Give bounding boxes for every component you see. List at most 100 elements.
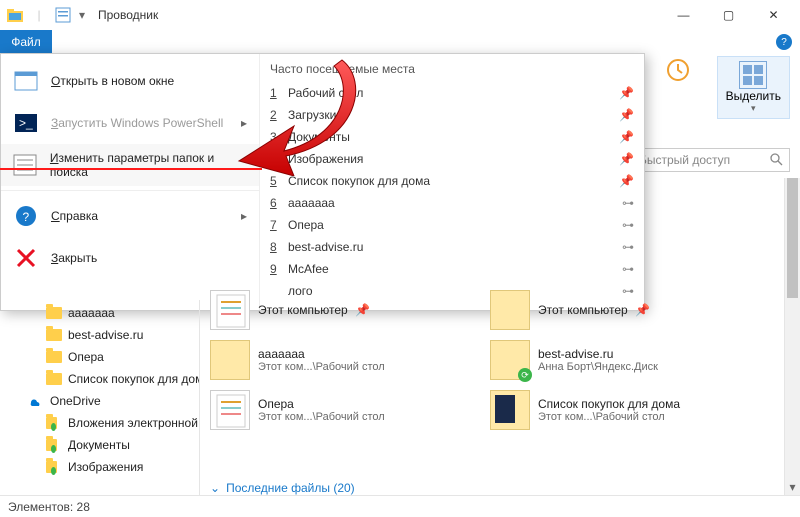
- mru-item[interactable]: 3 Документы 📌: [270, 126, 634, 148]
- file-name: Этот компьютер 📌: [258, 303, 370, 317]
- mru-item[interactable]: 4 Изображения 📌: [270, 148, 634, 170]
- recent-files-header[interactable]: ⌄Последние файлы (20): [210, 480, 355, 495]
- qat-dropdown-icon[interactable]: ▾: [76, 4, 88, 26]
- menu-item-label: Изменить параметры папок и поиска: [50, 151, 247, 179]
- mru-item[interactable]: 1 Рабочий стол 📌: [270, 82, 634, 104]
- pin-icon[interactable]: 📌: [619, 152, 634, 166]
- content-area: Этот компьютер 📌 Этот компьютер 📌 aaaaaa…: [210, 290, 792, 495]
- tree-item-label: best-advise.ru: [68, 328, 143, 342]
- folder-icon: [46, 437, 62, 453]
- ribbon-select-button[interactable]: Выделить ▾: [717, 56, 790, 119]
- tree-item-label: aaaaaaa: [68, 306, 115, 320]
- tree-item[interactable]: aaaaaaa: [0, 302, 199, 324]
- file-thumbnail: [210, 390, 250, 430]
- close-x-icon: [13, 245, 39, 271]
- file-item[interactable]: ⟳ best-advise.ru Анна Борт\Яндекс.Диск: [490, 340, 730, 380]
- minimize-button[interactable]: ―: [661, 1, 706, 29]
- window-icon: [13, 68, 39, 94]
- file-name: Этот компьютер 📌: [538, 303, 650, 317]
- mru-item[interactable]: 8 best-advise.ru ⊶: [270, 236, 634, 258]
- tree-item-label: OneDrive: [50, 394, 101, 408]
- qat-properties-icon[interactable]: [52, 4, 74, 26]
- mru-label: best-advise.ru: [288, 240, 363, 254]
- maximize-button[interactable]: ▢: [706, 1, 751, 29]
- mru-item[interactable]: 2 Загрузки 📌: [270, 104, 634, 126]
- mru-number: 6: [270, 196, 284, 210]
- chevron-down-icon: ⌄: [210, 481, 220, 495]
- mru-number: 4: [270, 152, 284, 166]
- folder-icon: [46, 371, 62, 387]
- pin-icon[interactable]: ⊶: [622, 240, 634, 254]
- mru-label: Список покупок для дома: [288, 174, 430, 188]
- pin-icon[interactable]: ⊶: [622, 262, 634, 276]
- help-icon[interactable]: ?: [776, 34, 792, 50]
- file-menu: Открыть в новом окне >_ Запустить Window…: [0, 53, 645, 311]
- file-tab[interactable]: Файл: [0, 30, 52, 53]
- tree-item[interactable]: Список покупок для дома: [0, 368, 199, 390]
- mru-item[interactable]: 9 McAfee ⊶: [270, 258, 634, 280]
- file-location: Этот ком...\Рабочий стол: [258, 411, 385, 423]
- scroll-down-icon[interactable]: ▾: [785, 479, 800, 495]
- close-button[interactable]: ✕: [751, 1, 796, 29]
- menu-item-label: Открыть в новом окне: [51, 74, 174, 88]
- file-item[interactable]: Список покупок для дома Этот ком...\Рабо…: [490, 390, 730, 430]
- scroll-thumb[interactable]: [787, 178, 798, 298]
- svg-text:?: ?: [23, 210, 30, 224]
- file-thumbnail: ⟳: [490, 340, 530, 380]
- menu-powershell[interactable]: >_ Запустить Windows PowerShell ▸: [1, 102, 259, 144]
- tree-item[interactable]: Вложения электронной: [0, 412, 199, 434]
- mru-number: 9: [270, 262, 284, 276]
- tree-item-label: Опера: [68, 350, 104, 364]
- pin-icon[interactable]: ⊶: [622, 218, 634, 232]
- file-item[interactable]: aaaaaaa Этот ком...\Рабочий стол: [210, 340, 450, 380]
- pin-icon: 📌: [355, 303, 370, 317]
- mru-header: Часто посещаемые места: [270, 62, 634, 76]
- tree-item[interactable]: best-advise.ru: [0, 324, 199, 346]
- tree-item[interactable]: Опера: [0, 346, 199, 368]
- nav-tree[interactable]: aaaaaaa best-advise.ru Опера Список поку…: [0, 300, 200, 495]
- tree-item[interactable]: Изображения: [0, 456, 199, 478]
- tree-item[interactable]: OneDrive: [0, 390, 199, 412]
- file-item[interactable]: Этот компьютер 📌: [210, 290, 450, 330]
- pin-icon[interactable]: 📌: [619, 108, 634, 122]
- file-item[interactable]: Опера Этот ком...\Рабочий стол: [210, 390, 450, 430]
- tree-item-label: Вложения электронной: [68, 416, 198, 430]
- mru-item[interactable]: 5 Список покупок для дома 📌: [270, 170, 634, 192]
- qat-sep: |: [28, 4, 50, 26]
- menu-help[interactable]: ? Справка ▸: [1, 195, 259, 237]
- folder-icon: [46, 327, 62, 343]
- pin-icon[interactable]: 📌: [619, 130, 634, 144]
- tree-item-label: Список покупок для дома: [68, 372, 200, 386]
- svg-text:>_: >_: [19, 116, 33, 130]
- vertical-scrollbar[interactable]: ▴ ▾: [784, 178, 800, 495]
- window-title: Проводник: [98, 8, 158, 22]
- chevron-right-icon: ▸: [241, 209, 247, 223]
- menu-item-label: Запустить Windows PowerShell: [51, 116, 223, 130]
- menu-folder-options[interactable]: Изменить параметры папок и поиска: [1, 144, 259, 186]
- mru-item[interactable]: 6 aaaaaaa ⊶: [270, 192, 634, 214]
- menu-open-new-window[interactable]: Открыть в новом окне: [1, 60, 259, 102]
- tree-item[interactable]: Документы: [0, 434, 199, 456]
- file-name: best-advise.ru: [538, 347, 658, 361]
- pin-icon[interactable]: 📌: [619, 174, 634, 188]
- menu-close[interactable]: Закрыть: [1, 237, 259, 279]
- mru-label: Опера: [288, 218, 324, 232]
- pin-icon[interactable]: ⊶: [622, 196, 634, 210]
- powershell-icon: >_: [13, 110, 39, 136]
- annotation-underline: [0, 168, 262, 170]
- file-location: Этот ком...\Рабочий стол: [258, 361, 385, 373]
- status-bar: Элементов: 28: [0, 495, 800, 517]
- search-input[interactable]: Быстрый доступ: [632, 148, 790, 172]
- explorer-icon: [4, 4, 26, 26]
- file-item[interactable]: Этот компьютер 📌: [490, 290, 730, 330]
- folder-icon: [46, 305, 62, 321]
- mru-label: Загрузки: [288, 108, 336, 122]
- mru-number: 3: [270, 130, 284, 144]
- ribbon-history-button[interactable]: [657, 56, 699, 84]
- status-item-count: Элементов: 28: [8, 500, 90, 514]
- mru-item[interactable]: 7 Опера ⊶: [270, 214, 634, 236]
- file-location: Анна Борт\Яндекс.Диск: [538, 361, 658, 373]
- mru-label: McAfee: [288, 262, 329, 276]
- file-name: Список покупок для дома: [538, 397, 680, 411]
- pin-icon[interactable]: 📌: [619, 86, 634, 100]
